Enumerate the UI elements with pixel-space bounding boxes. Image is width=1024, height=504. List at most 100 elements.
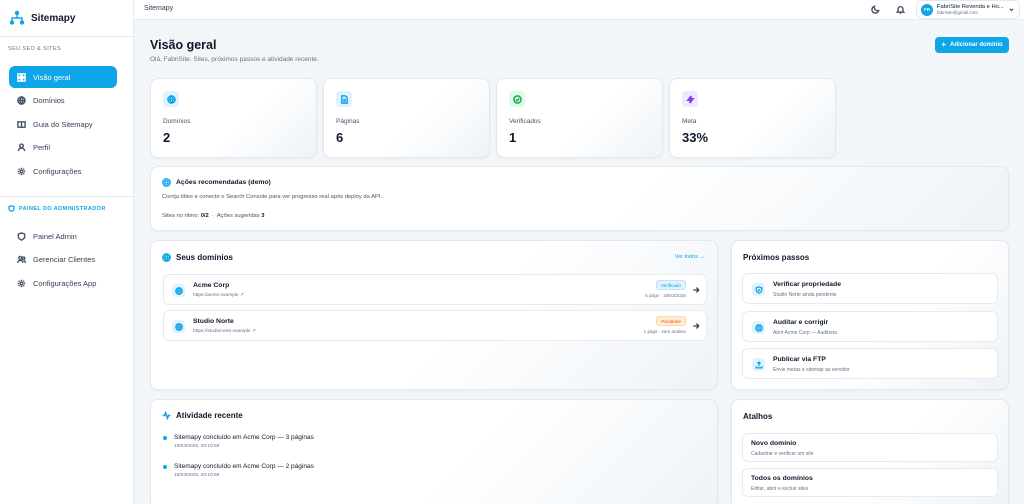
next-steps-title: Próximos passos — [743, 253, 810, 262]
step-title: Auditar e corrigir — [773, 319, 829, 326]
step-icon-bg — [752, 321, 765, 334]
activity-time: 19/03/2026, 20:10:58 — [174, 444, 220, 449]
activity-title-text: Atividade recente — [176, 411, 243, 420]
file-icon — [340, 94, 348, 104]
activity-time: 18/03/2026, 20:10:58 — [174, 473, 220, 478]
user-icon — [17, 143, 26, 152]
sidebar-nav: Visão geral Domínios Guia do Sitemapy Pe… — [9, 66, 117, 184]
page-subtitle: Olá, FabriSite. Sites, próximos passos e… — [150, 56, 319, 63]
domain-name: Acme Corp — [193, 282, 230, 289]
next-step-item[interactable]: Publicar via FTP Envie metas e sitemap a… — [742, 348, 998, 379]
bell-icon[interactable] — [896, 5, 905, 14]
logo-text: Sitemapy — [31, 12, 76, 24]
add-domain-label: Adicionar domínio — [950, 42, 1003, 48]
sidebar-item-label: Domínios — [33, 96, 65, 105]
globe-icon — [166, 94, 176, 104]
stat-icon-bg — [509, 91, 525, 107]
sidebar-item-gerenciar-clientes[interactable]: Gerenciar Clientes — [9, 249, 117, 271]
recommended-text: Corrija títles e conecte o Search Consol… — [162, 194, 383, 200]
recommended-actions-card: Ações recomendadas (demo) Corrija títles… — [150, 166, 1009, 231]
gear-icon — [17, 279, 26, 287]
stat-card-verificados: Verificados 1 — [496, 78, 663, 158]
stat-label: Páginas — [336, 118, 360, 125]
check-circle-icon — [512, 94, 522, 104]
domain-row[interactable]: Studio Norte https://studionorte.example… — [163, 310, 707, 341]
sidebar-item-painel-admin[interactable]: Painel Admin — [9, 225, 117, 247]
shortcut-title: Novo domínio — [751, 440, 797, 447]
sidebar-item-label: Gerenciar Clientes — [33, 255, 96, 264]
sidebar-item-configuracoes-app[interactable]: Configurações App — [9, 272, 117, 294]
stat-icon-bg — [163, 91, 179, 107]
actions-label: Ações sugeridas — [216, 213, 260, 219]
stat-label: Domínios — [163, 118, 191, 125]
stat-icon-bg — [682, 91, 698, 107]
domain-url[interactable]: https://acme.example ↗ — [193, 293, 244, 298]
add-domain-button[interactable]: + Adicionar domínio — [935, 37, 1009, 53]
domains-title: Seus domínios — [162, 253, 233, 262]
next-step-item[interactable]: Verificar propriedade Studio Norte ainda… — [742, 273, 998, 304]
actions-value: 3 — [261, 213, 265, 219]
top-bar: Sitemapy FR FabriSite Revenda e Ho... fa… — [134, 0, 1024, 20]
stat-card-dominios: Domínios 2 — [150, 78, 317, 158]
step-subtitle: Abrir Acme Corp — Auditoria — [773, 330, 837, 336]
domain-icon-bg — [172, 284, 185, 297]
stat-label: Meta — [682, 118, 697, 125]
globe-icon — [174, 322, 183, 331]
arrow-right-icon[interactable] — [692, 286, 700, 294]
timeline-dot — [163, 465, 167, 469]
next-step-item[interactable]: Auditar e corrigir Abrir Acme Corp — Aud… — [742, 311, 998, 342]
sitemap-logo-icon — [9, 10, 25, 25]
sidebar-item-label: Visão geral — [33, 72, 71, 82]
sidebar-item-perfil[interactable]: Perfil — [9, 137, 117, 159]
sidebar-divider — [0, 196, 133, 197]
bolt-icon — [685, 94, 695, 104]
moon-icon[interactable] — [871, 5, 880, 14]
stat-value: 2 — [163, 130, 171, 145]
arrow-right-icon[interactable] — [692, 322, 700, 330]
recommended-title: Ações recomendadas (demo) — [162, 178, 271, 187]
sidebar-item-label: Painel Admin — [33, 231, 77, 241]
target-icon — [162, 178, 171, 187]
user-menu[interactable]: FR FabriSite Revenda e Ho... fabrisite@g… — [916, 0, 1020, 19]
sidebar-item-guia[interactable]: Guia do Sitemapy — [9, 113, 117, 135]
admin-label-text: PAINEL DO ADMINISTRADOR — [19, 205, 106, 212]
timeline-dot — [163, 436, 167, 440]
shortcut-item[interactable]: Novo domínio Cadastrar e verificar um si… — [742, 433, 998, 462]
plus-icon: + — [941, 40, 946, 49]
step-title: Verificar propriedade — [773, 281, 841, 288]
stat-value: 1 — [509, 130, 517, 145]
domain-row[interactable]: Acme Corp https://acme.example ↗ Verific… — [163, 274, 707, 305]
domain-name: Studio Norte — [193, 318, 234, 325]
shield-icon — [8, 205, 15, 212]
domain-meta: 5 págs · 19/03/2026 — [645, 293, 686, 298]
step-subtitle: Envie metas e sitemap ao servidor — [773, 367, 850, 373]
sidebar-item-configuracoes[interactable]: Configurações — [9, 160, 117, 182]
admin-section-label: PAINEL DO ADMINISTRADOR — [8, 205, 106, 212]
globe-icon — [162, 253, 171, 262]
admin-nav: Painel Admin Gerenciar Clientes Configur… — [9, 225, 117, 296]
users-icon — [17, 255, 26, 263]
activity-title: Atividade recente — [162, 411, 243, 420]
domain-url[interactable]: https://studionorte.example ↗ — [193, 329, 256, 334]
status-badge: Pendente — [656, 316, 686, 326]
step-title: Publicar via FTP — [773, 356, 826, 363]
next-steps-card: Próximos passos Verificar propriedade St… — [731, 240, 1009, 390]
shortcuts-card: Atalhos Novo domínio Cadastrar e verific… — [731, 399, 1009, 504]
sidebar-item-dominios[interactable]: Domínios — [9, 90, 117, 112]
app-logo[interactable]: Sitemapy — [0, 0, 133, 37]
shortcut-item[interactable]: Todos os domínios Editar, abrir e exclui… — [742, 468, 998, 497]
domains-title-text: Seus domínios — [176, 253, 233, 262]
target-icon — [754, 323, 763, 332]
step-subtitle: Studio Norte ainda pendente — [773, 292, 837, 298]
stat-value: 6 — [336, 130, 344, 145]
sidebar-item-label: Guia do Sitemapy — [33, 119, 93, 129]
shield-check-icon — [755, 285, 762, 294]
sidebar-item-label: Configurações — [33, 166, 82, 176]
stat-value: 33% — [682, 130, 709, 145]
activity-text: Sitemapy concluído em Acme Corp — 2 pági… — [174, 463, 314, 470]
shortcuts-title: Atalhos — [743, 412, 773, 421]
sidebar-section-label: SEU SEO & SITES — [8, 46, 62, 52]
view-all-link[interactable]: Ver todos → — [675, 254, 705, 260]
sidebar-item-visao-geral[interactable]: Visão geral — [9, 66, 117, 88]
sidebar: Sitemapy SEU SEO & SITES Visão geral Dom… — [0, 0, 134, 504]
